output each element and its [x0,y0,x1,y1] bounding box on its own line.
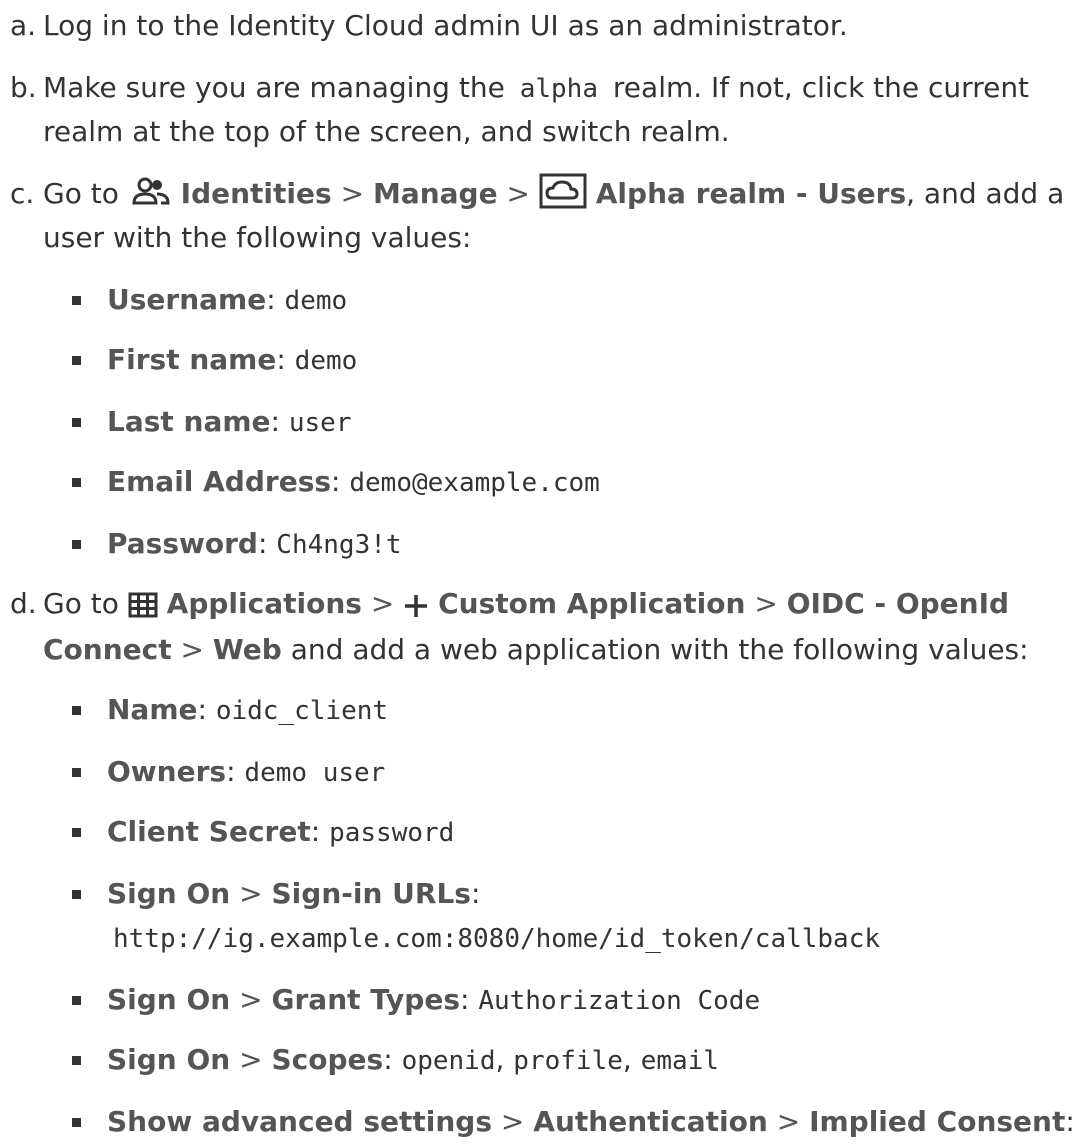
cloud-icon [539,173,587,222]
field-label: Email Address [107,465,332,498]
identities-link: Identities [180,177,332,210]
field-value: demo [284,286,348,316]
alpha-realm-users-link: Alpha realm - Users [595,177,907,210]
field-value: demo@example.com [349,468,600,498]
scope-value: openid [401,1046,496,1076]
bullet [72,768,81,777]
step-text: realm. If not, click the current [612,71,1030,104]
step-text: Log in to the Identity Cloud admin UI as… [43,9,848,42]
step-marker: d. [10,587,37,620]
field-label: First name [107,343,277,376]
field-label: Sign On [107,1043,231,1076]
custom-application-link: Custom Application [438,587,746,620]
breadcrumb-separator: > [180,633,204,666]
step-text: realm at the top of the screen, and swit… [43,115,730,148]
step-line: Connect > Web and add a web application … [43,628,1029,672]
bullet [72,828,81,837]
field-label: Password [107,527,258,560]
breadcrumb-separator: > [239,983,263,1016]
bullet [72,478,81,487]
step-text: user with the following values: [43,221,472,254]
field-value: user [288,408,352,438]
breadcrumb-separator: > [370,587,395,620]
bullet [72,996,81,1005]
field-label: Show advanced settings [107,1105,493,1138]
field-label: Username [107,283,267,316]
scope-value: email [640,1046,719,1076]
step-marker: c. [10,177,35,210]
field-label: Scopes [271,1043,384,1076]
bullet [72,890,81,899]
bullet [72,418,81,427]
instructions-document: a. Log in to the Identity Cloud admin UI… [0,0,1085,1138]
plus-icon [403,588,429,632]
field-label: Sign On [107,877,231,910]
step-line: Make sure you are managing the alpha rea… [43,66,1029,111]
field-label: Authentication [533,1105,768,1138]
breadcrumb-separator: > [754,587,778,620]
field-label: Sign-in URLs [271,877,471,910]
bullet [72,296,81,305]
oidc-link-continued: Connect [43,633,172,666]
breadcrumb-separator: > [776,1105,801,1138]
step-marker: b. [10,71,37,104]
step-line: Go to Applications > Custom Application [43,582,1009,632]
field-value: Ch4ng3!t [276,530,402,560]
scope-value: profile [513,1046,623,1076]
applications-link: Applications [166,587,362,620]
step-text: Make sure you are managing the [43,71,505,104]
field-label: Last name [107,405,271,438]
grid-icon [128,588,158,632]
realm-code: alpha [519,74,598,104]
field-value: oidc_client [215,696,389,726]
field-label: Implied Consent [809,1105,1066,1138]
step-text: and add a web application with the follo… [290,633,1029,666]
field-value: demo user [244,758,386,788]
oidc-link: OIDC - OpenId [786,587,1010,620]
step-text: , and add a [906,177,1065,210]
breadcrumb-separator: > [506,177,530,210]
step-line: Go to Identities > Manage > Alpha realm [43,172,1064,222]
manage-link: Manage [372,177,498,210]
field-label: Grant Types [271,983,460,1016]
breadcrumb-separator: > [239,877,263,910]
field-label: Sign On [107,983,231,1016]
field-label: Client Secret [107,815,311,848]
field-value: password [329,818,455,848]
field-value: demo [294,346,358,376]
bullet [72,1118,81,1127]
field-value: http://ig.example.com:8080/home/id_token… [113,924,881,954]
bullet [72,1056,81,1065]
step-text: Go to [43,177,119,210]
bullet [72,356,81,365]
field-label: Name [107,693,198,726]
step-marker: a. [10,9,37,42]
breadcrumb-separator: > [239,1043,263,1076]
breadcrumb-separator: > [340,177,365,210]
bullet [72,540,81,549]
bullet [72,706,81,715]
breadcrumb-separator: > [500,1105,525,1138]
web-link: Web [212,633,282,666]
field-value: Authorization Code [478,986,761,1016]
step-text: Go to [43,587,119,620]
field-label: Owners [107,755,227,788]
